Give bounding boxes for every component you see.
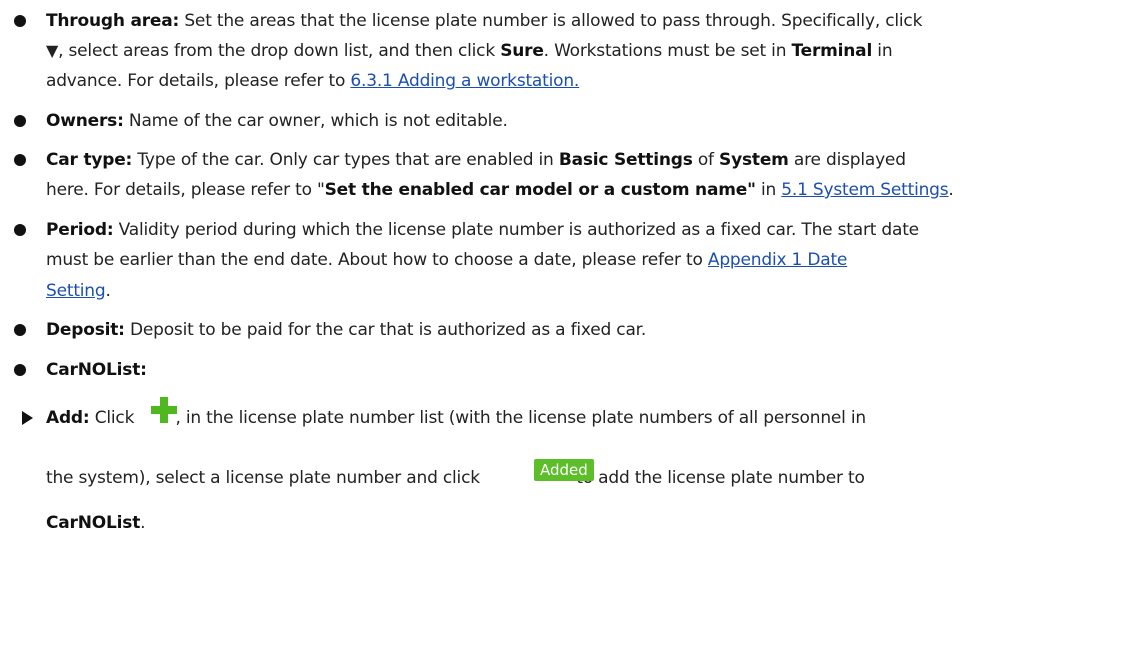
period-line-3: Setting. [46, 281, 111, 301]
period-line-2: must be earlier than the end date. About… [46, 250, 848, 270]
link-appendix-date[interactable]: Appendix 1 Date [708, 250, 847, 270]
link-appendix-setting[interactable]: Setting [46, 281, 106, 301]
arrow-bullet-icon [22, 411, 33, 425]
through-area-line-2: ▼, select areas from the drop down list,… [46, 41, 893, 61]
add-plus-icon[interactable] [151, 397, 177, 423]
carnolist-line: CarNOList: [46, 358, 147, 382]
link-adding-workstation[interactable]: 6.3.1 Adding a workstation. [350, 71, 579, 91]
sure-label: Sure [500, 41, 544, 61]
term-owners: Owners: [46, 111, 124, 131]
deposit-line: Deposit: Deposit to be paid for the car … [46, 320, 647, 340]
term-period: Period: [46, 220, 114, 240]
term-carnolist: CarNOList: [46, 360, 147, 380]
terminal-label: Terminal [791, 41, 873, 61]
term-through-area: Through area: [46, 11, 180, 31]
car-type-line-2: here. For details, please refer to "Set … [46, 180, 954, 200]
term-add: Add: [46, 408, 90, 428]
term-deposit: Deposit: [46, 320, 125, 340]
bullet-icon [14, 15, 26, 27]
link-system-settings[interactable]: 5.1 System Settings [781, 180, 948, 200]
bullet-icon [14, 154, 26, 166]
through-area-line-1: Through area: Set the areas that the lic… [46, 11, 923, 31]
bullet-icon [14, 115, 26, 127]
owners-line: Owners: Name of the car owner, which is … [46, 111, 508, 131]
add-line-2: the system), select a license plate numb… [46, 468, 865, 488]
dropdown-triangle-icon: ▼ [46, 41, 59, 60]
through-area-line-3: advance. For details, please refer to 6.… [46, 71, 580, 91]
carnolist-label: CarNOList [46, 513, 141, 533]
bullet-icon [14, 224, 26, 236]
bullet-icon [14, 364, 26, 376]
added-button[interactable]: Added [534, 459, 594, 481]
bullet-icon [14, 324, 26, 336]
term-car-type: Car type: [46, 150, 133, 170]
period-line-1: Period: Validity period during which the… [46, 220, 919, 240]
car-type-line-1: Car type: Type of the car. Only car type… [46, 150, 906, 170]
add-line-3: CarNOList. [46, 513, 146, 533]
